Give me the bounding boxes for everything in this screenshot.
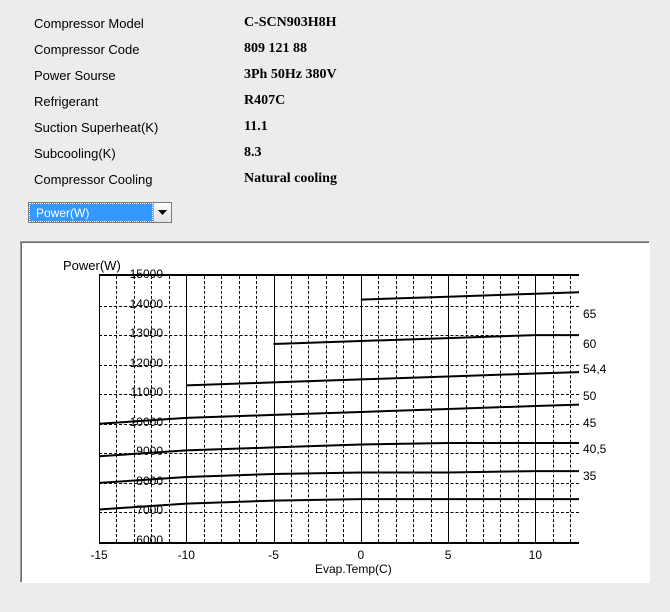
series-label: 65 <box>583 307 596 321</box>
y-tick: 15000 <box>123 267 163 281</box>
series-label: 35 <box>583 469 596 483</box>
y-tick: 12000 <box>123 356 163 370</box>
series-label: 60 <box>583 337 596 351</box>
series-label: 40,5 <box>583 442 606 456</box>
y-tick: 8000 <box>123 474 163 488</box>
series-label: 45 <box>583 416 596 430</box>
y-tick: 6000 <box>123 533 163 547</box>
y-tick: 11000 <box>123 385 163 399</box>
spec-value: 11.1 <box>244 119 268 135</box>
spec-label: Compressor Model <box>34 16 244 31</box>
y-tick: 9000 <box>123 444 163 458</box>
spec-label: Subcooling(K) <box>34 146 244 161</box>
spec-value: 809 121 88 <box>244 41 307 57</box>
y-tick: 13000 <box>123 326 163 340</box>
spec-row: Compressor ModelC-SCN903H8H <box>34 10 670 36</box>
x-tick: -15 <box>90 548 107 562</box>
x-tick: 10 <box>529 548 542 562</box>
y-tick: 10000 <box>123 415 163 429</box>
spec-row: Suction Superheat(K)11.1 <box>34 114 670 140</box>
spec-row: Compressor CoolingNatural cooling <box>34 166 670 192</box>
chart-lines <box>99 276 579 542</box>
spec-value: R407C <box>244 93 285 109</box>
spec-row: Power Sourse3Ph 50Hz 380V <box>34 62 670 88</box>
spec-row: RefrigerantR407C <box>34 88 670 114</box>
dropdown-selected: Power(W) <box>29 203 153 222</box>
plot-area <box>99 274 579 544</box>
spec-label: Compressor Cooling <box>34 172 244 187</box>
spec-row: Compressor Code809 121 88 <box>34 36 670 62</box>
spec-label: Refrigerant <box>34 94 244 109</box>
spec-value: C-SCN903H8H <box>244 15 337 31</box>
x-tick: -10 <box>178 548 195 562</box>
chart-title: Power(W) <box>63 258 121 273</box>
spec-value: 3Ph 50Hz 380V <box>244 67 337 83</box>
spec-label: Compressor Code <box>34 42 244 57</box>
spec-value: Natural cooling <box>244 171 337 187</box>
spec-label: Suction Superheat(K) <box>34 120 244 135</box>
x-axis-label: Evap.Temp(C) <box>315 562 392 576</box>
x-tick: 5 <box>445 548 452 562</box>
main-window: Compressor ModelC-SCN903H8HCompressor Co… <box>0 0 670 612</box>
spec-row: Subcooling(K)8.3 <box>34 140 670 166</box>
series-label: 54,4 <box>583 362 606 376</box>
y-tick: 14000 <box>123 297 163 311</box>
spec-value: 8.3 <box>244 145 262 161</box>
x-tick: 0 <box>357 548 364 562</box>
x-tick: -5 <box>268 548 279 562</box>
parameter-dropdown[interactable]: Power(W) <box>28 202 172 223</box>
y-tick: 7000 <box>123 503 163 517</box>
spec-table: Compressor ModelC-SCN903H8HCompressor Co… <box>0 0 670 192</box>
spec-label: Power Sourse <box>34 68 244 83</box>
chart-panel: Power(W) Evap.Temp(C) 6000 7000 8000 9000 10… <box>20 241 650 583</box>
series-label: 50 <box>583 389 596 403</box>
chevron-down-icon[interactable] <box>153 203 171 222</box>
